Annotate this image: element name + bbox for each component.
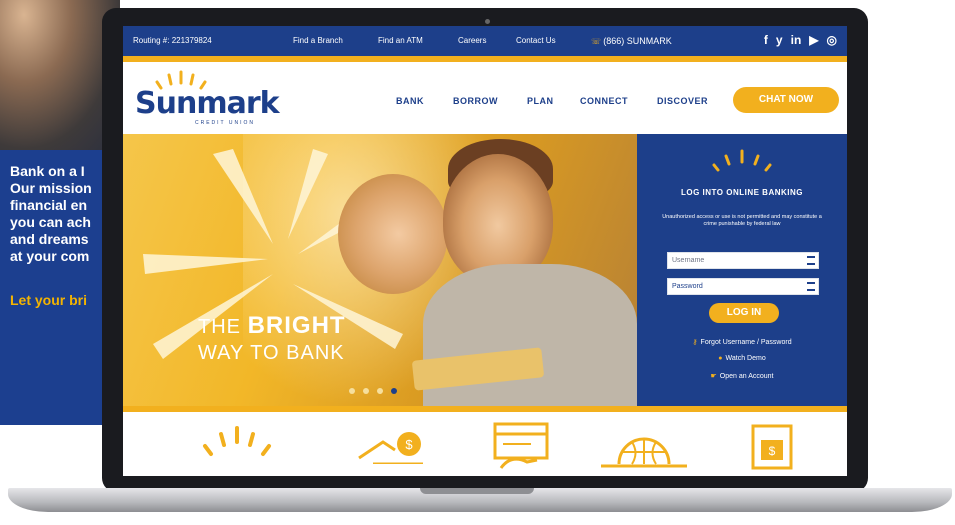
forgot-label: Forgot Username / Password: [700, 339, 792, 346]
carousel-dot[interactable]: [377, 388, 383, 394]
twitter-icon[interactable]: y: [776, 33, 783, 47]
carousel-dots: [349, 388, 397, 394]
hero-title-line2: WAY TO BANK: [198, 342, 345, 364]
webcam: [485, 19, 490, 24]
open-label: Open an Account: [719, 373, 774, 380]
find-branch-link[interactable]: Find a Branch: [293, 36, 343, 45]
pointer-icon: ☛: [710, 373, 717, 380]
password-field[interactable]: Password: [667, 278, 819, 295]
poster-cta: Let your bri: [10, 292, 88, 308]
demo-label: Watch Demo: [725, 355, 766, 362]
svg-text:$: $: [769, 444, 776, 458]
play-icon: ●: [718, 355, 723, 362]
contact-link[interactable]: Contact Us: [516, 36, 556, 45]
login-disclaimer: Unauthorized access or use is not permit…: [662, 214, 822, 227]
laptop-notch: [420, 488, 534, 494]
password-placeholder: Password: [672, 283, 703, 290]
utility-bar: Routing #: 221379824 Find a Branch Find …: [123, 26, 847, 56]
laptop-screen: Routing #: 221379824 Find a Branch Find …: [123, 26, 847, 476]
forgot-link[interactable]: ⚷ Forgot Username / Password: [637, 338, 847, 346]
username-placeholder: Username: [672, 257, 705, 264]
nav-bank[interactable]: BANK: [396, 96, 424, 106]
login-sun-icon: [712, 149, 772, 172]
phone-link[interactable]: ☏ (866) SUNMARK: [591, 36, 672, 46]
woman-photo: [338, 174, 448, 294]
nav-discover[interactable]: DISCOVER: [657, 96, 708, 106]
menu-icon: [807, 256, 815, 265]
house-dollar-icon[interactable]: $: [353, 420, 433, 464]
hero-title-bright: BRIGHT: [247, 312, 346, 339]
find-atm-link[interactable]: Find an ATM: [378, 36, 423, 45]
hero-title-line1: THE BRIGHT: [198, 312, 346, 340]
instagram-icon[interactable]: ◎: [827, 33, 837, 47]
nav-connect[interactable]: CONNECT: [580, 96, 628, 106]
chat-now-button[interactable]: CHAT NOW: [733, 87, 839, 113]
nav-plan[interactable]: PLAN: [527, 96, 554, 106]
youtube-icon[interactable]: ▶: [809, 33, 818, 47]
brand-subtitle: CREDIT UNION: [195, 120, 256, 126]
linkedin-icon[interactable]: in: [791, 33, 802, 47]
login-panel: LOG INTO ONLINE BANKING Unauthorized acc…: [637, 134, 847, 406]
svg-text:$: $: [405, 437, 413, 452]
carousel-dot[interactable]: [349, 388, 355, 394]
username-field[interactable]: Username: [667, 252, 819, 269]
brand-logo[interactable]: Sunmark: [135, 86, 280, 121]
key-icon: ⚷: [692, 339, 698, 346]
main-nav: Sunmark CREDIT UNION BANK BORROW PLAN CO…: [123, 62, 847, 134]
phone-number: (866) SUNMARK: [603, 36, 672, 46]
routing-number: Routing #: 221379824: [133, 36, 212, 45]
watch-demo-link[interactable]: ● Watch Demo: [637, 355, 847, 362]
feature-icons-row: $ $: [123, 412, 847, 476]
hero-title-the: THE: [198, 316, 241, 338]
social-links: f y in ▶ ◎: [764, 33, 837, 47]
open-account-link[interactable]: ☛ Open an Account: [637, 372, 847, 380]
card-hand-icon[interactable]: [491, 420, 551, 470]
login-title: LOG INTO ONLINE BANKING: [680, 188, 804, 197]
menu-icon: [807, 282, 815, 291]
phone-dollar-icon[interactable]: $: [747, 420, 797, 470]
sun-icon[interactable]: [201, 420, 273, 460]
hero-banner[interactable]: THE BRIGHT WAY TO BANK: [123, 134, 637, 406]
stage: Bank on a I Our mission financial en you…: [0, 0, 955, 525]
globe-icon[interactable]: [599, 420, 689, 470]
phone-icon: ☏: [591, 37, 602, 46]
login-button[interactable]: LOG IN: [709, 303, 779, 323]
nav-borrow[interactable]: BORROW: [453, 96, 498, 106]
facebook-icon[interactable]: f: [764, 33, 768, 47]
carousel-dot[interactable]: [363, 388, 369, 394]
careers-link[interactable]: Careers: [458, 36, 486, 45]
carousel-dot-active[interactable]: [391, 388, 397, 394]
